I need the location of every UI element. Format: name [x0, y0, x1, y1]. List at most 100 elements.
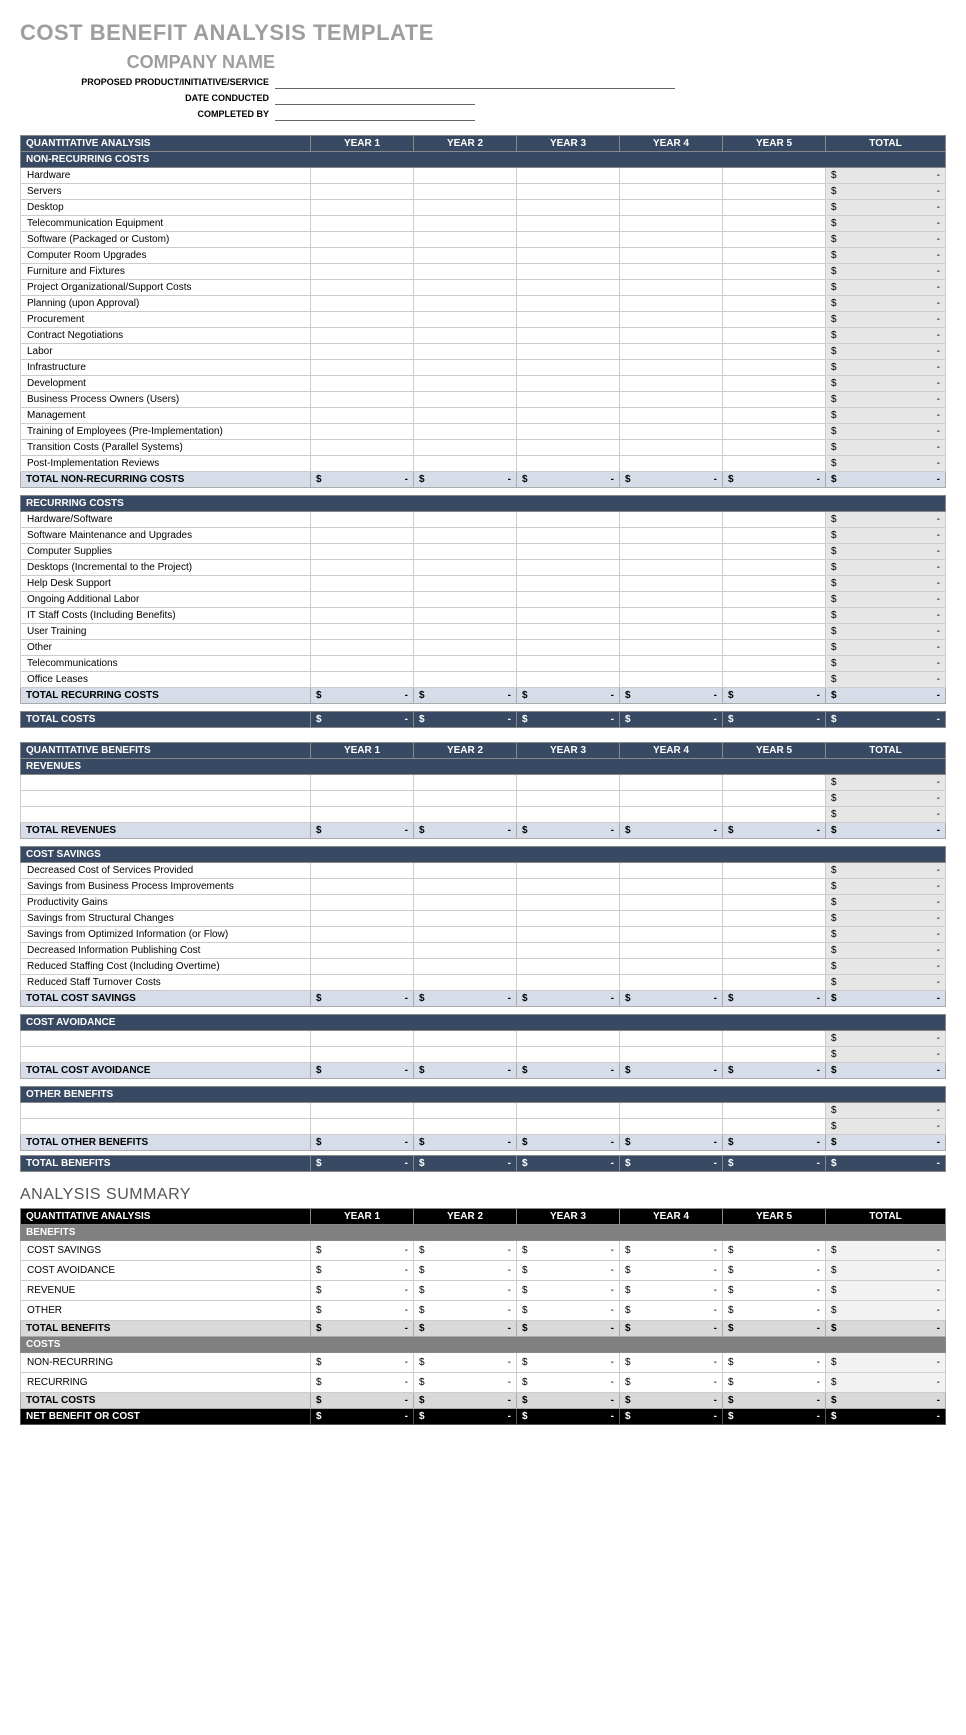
table-row: $-: [21, 1119, 946, 1135]
summary-header-row: QUANTITATIVE ANALYSIS YEAR 1 YEAR 2 YEAR…: [21, 1209, 946, 1225]
row-label: Contract Negotiations: [21, 328, 311, 344]
meta-completed-input[interactable]: [275, 107, 475, 121]
meta-completed-label: COMPLETED BY: [20, 109, 275, 119]
table-row: $-: [21, 775, 946, 791]
table-row: IT Staff Costs (Including Benefits)$-: [21, 608, 946, 624]
row-label: Office Leases: [21, 672, 311, 688]
company-name: COMPANY NAME: [20, 52, 275, 73]
total-benefits-row: TOTAL BENEFITS $-$-$- $-$-$-: [21, 1156, 946, 1172]
row-label: Computer Supplies: [21, 544, 311, 560]
table-row: $-: [21, 1103, 946, 1119]
row-label: Management: [21, 408, 311, 424]
nonrecurring-subtotal: TOTAL NON-RECURRING COSTS $-$-$- $-$-$-: [21, 472, 946, 488]
row-label: COST SAVINGS: [21, 1241, 311, 1261]
recurring-subtotal: TOTAL RECURRING COSTS $-$-$- $-$-$-: [21, 688, 946, 704]
summary-benefits-header: BENEFITS: [21, 1225, 946, 1241]
row-label: Hardware/Software: [21, 512, 311, 528]
table-row: Decreased Cost of Services Provided$-: [21, 863, 946, 879]
row-label: Decreased Information Publishing Cost: [21, 943, 311, 959]
costs-table: QUANTITATIVE ANALYSIS YEAR 1 YEAR 2 YEAR…: [20, 135, 946, 728]
row-label: Software (Packaged or Custom): [21, 232, 311, 248]
row-label: COST AVOIDANCE: [21, 1261, 311, 1281]
row-label: Telecommunications: [21, 656, 311, 672]
row-label: Savings from Optimized Information (or F…: [21, 927, 311, 943]
table-row: $-: [21, 1031, 946, 1047]
costavoidance-header: COST AVOIDANCE: [21, 1015, 946, 1031]
table-row: Telecommunication Equipment$-: [21, 216, 946, 232]
row-label: Help Desk Support: [21, 576, 311, 592]
row-label: Desktop: [21, 200, 311, 216]
table-row: Savings from Structural Changes$-: [21, 911, 946, 927]
table-row: Savings from Optimized Information (or F…: [21, 927, 946, 943]
revenues-header: REVENUES: [21, 759, 946, 775]
row-label: Servers: [21, 184, 311, 200]
summary-title: ANALYSIS SUMMARY: [20, 1186, 946, 1204]
summary-net-row: NET BENEFIT OR COST $-$-$- $-$-$-: [21, 1409, 946, 1425]
costsavings-subtotal: TOTAL COST SAVINGS $-$-$- $-$-$-: [21, 991, 946, 1007]
table-row: Post-Implementation Reviews$-: [21, 456, 946, 472]
benefits-table: QUANTITATIVE BENEFITS YEAR 1 YEAR 2 YEAR…: [20, 742, 946, 1172]
table-row: Computer Room Upgrades$-: [21, 248, 946, 264]
table-row: Help Desk Support$-: [21, 576, 946, 592]
table-row: Development$-: [21, 376, 946, 392]
table-row: Contract Negotiations$-: [21, 328, 946, 344]
recurring-header: RECURRING COSTS: [21, 496, 946, 512]
row-label: Procurement: [21, 312, 311, 328]
summary-table: QUANTITATIVE ANALYSIS YEAR 1 YEAR 2 YEAR…: [20, 1208, 946, 1425]
table-row: $-: [21, 807, 946, 823]
row-label: Computer Room Upgrades: [21, 248, 311, 264]
row-label: Reduced Staff Turnover Costs: [21, 975, 311, 991]
row-label: Project Organizational/Support Costs: [21, 280, 311, 296]
row-label: Transition Costs (Parallel Systems): [21, 440, 311, 456]
table-row: OTHER$-$-$-$-$-$-: [21, 1301, 946, 1321]
table-row: Computer Supplies$-: [21, 544, 946, 560]
table-row: Other$-: [21, 640, 946, 656]
summary-costs-header: COSTS: [21, 1337, 946, 1353]
table-row: Telecommunications$-: [21, 656, 946, 672]
meta-date-input[interactable]: [275, 91, 475, 105]
benefits-header-row: QUANTITATIVE BENEFITS YEAR 1 YEAR 2 YEAR…: [21, 743, 946, 759]
meta-product-label: PROPOSED PRODUCT/INITIATIVE/SERVICE: [20, 77, 275, 87]
table-row: Reduced Staffing Cost (Including Overtim…: [21, 959, 946, 975]
table-row: Software (Packaged or Custom)$-: [21, 232, 946, 248]
table-row: $-: [21, 1047, 946, 1063]
row-label: Infrastructure: [21, 360, 311, 376]
table-row: Management$-: [21, 408, 946, 424]
table-row: Labor$-: [21, 344, 946, 360]
row-label: Savings from Structural Changes: [21, 911, 311, 927]
row-label: Telecommunication Equipment: [21, 216, 311, 232]
total-costs-row: TOTAL COSTS $-$-$- $-$-$-: [21, 712, 946, 728]
row-label: Reduced Staffing Cost (Including Overtim…: [21, 959, 311, 975]
row-label: OTHER: [21, 1301, 311, 1321]
row-label: Development: [21, 376, 311, 392]
row-label: Labor: [21, 344, 311, 360]
row-label: RECURRING: [21, 1373, 311, 1393]
table-row: Software Maintenance and Upgrades$-: [21, 528, 946, 544]
costavoidance-subtotal: TOTAL COST AVOIDANCE $-$-$- $-$-$-: [21, 1063, 946, 1079]
revenues-subtotal: TOTAL REVENUES $-$-$- $-$-$-: [21, 823, 946, 839]
table-row: Servers$-: [21, 184, 946, 200]
summary-total-costs: TOTAL COSTS $-$-$- $-$-$-: [21, 1393, 946, 1409]
table-row: Desktops (Incremental to the Project)$-: [21, 560, 946, 576]
table-row: RECURRING$-$-$-$-$-$-: [21, 1373, 946, 1393]
row-label: User Training: [21, 624, 311, 640]
row-label: Decreased Cost of Services Provided: [21, 863, 311, 879]
table-row: Hardware$-: [21, 168, 946, 184]
table-row: Office Leases$-: [21, 672, 946, 688]
table-row: Training of Employees (Pre-Implementatio…: [21, 424, 946, 440]
row-label: IT Staff Costs (Including Benefits): [21, 608, 311, 624]
row-label: Ongoing Additional Labor: [21, 592, 311, 608]
row-label: REVENUE: [21, 1281, 311, 1301]
table-row: COST AVOIDANCE$-$-$-$-$-$-: [21, 1261, 946, 1281]
table-row: Project Organizational/Support Costs$-: [21, 280, 946, 296]
table-row: Furniture and Fixtures$-: [21, 264, 946, 280]
table-row: Planning (upon Approval)$-: [21, 296, 946, 312]
otherbenefits-subtotal: TOTAL OTHER BENEFITS $-$-$- $-$-$-: [21, 1135, 946, 1151]
otherbenefits-header: OTHER BENEFITS: [21, 1087, 946, 1103]
table-row: NON-RECURRING$-$-$-$-$-$-: [21, 1353, 946, 1373]
meta-product-input[interactable]: [275, 75, 675, 89]
row-label: Savings from Business Process Improvemen…: [21, 879, 311, 895]
table-row: Hardware/Software$-: [21, 512, 946, 528]
row-label: Other: [21, 640, 311, 656]
table-row: Decreased Information Publishing Cost$-: [21, 943, 946, 959]
